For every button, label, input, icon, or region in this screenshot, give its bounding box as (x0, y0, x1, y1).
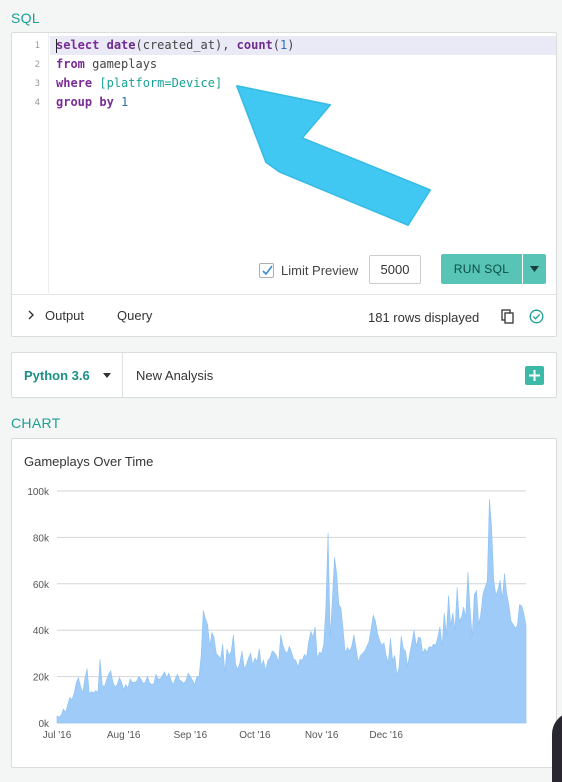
chevron-right-icon[interactable] (27, 309, 35, 321)
y-tick-label: 80k (33, 533, 50, 544)
x-tick-label: Dec '16 (369, 730, 403, 741)
x-tick-label: Aug '16 (107, 730, 141, 741)
caret-down-icon (530, 266, 539, 272)
chart-section-label: CHART (11, 415, 61, 431)
keyword: from (56, 57, 85, 71)
line-number: 3 (34, 79, 40, 89)
sql-editor[interactable]: 1 2 3 4 select date(created_at), count(1… (11, 32, 557, 337)
limit-preview-label: Limit Preview (281, 263, 359, 278)
keyword: select (56, 38, 100, 52)
run-sql-button[interactable]: RUN SQL (441, 254, 522, 284)
rows-displayed-status: 181 rows displayed (368, 310, 480, 325)
success-check-icon (529, 309, 544, 324)
python-version-select[interactable]: Python 3.6 (12, 353, 123, 397)
tab-output[interactable]: Output (45, 308, 84, 323)
python-version-label: Python 3.6 (24, 368, 90, 383)
y-tick-label: 100k (27, 487, 50, 498)
number: 1 (121, 95, 129, 109)
add-analysis-button[interactable] (525, 366, 544, 385)
x-tick-label: Sep '16 (174, 730, 208, 741)
y-tick-label: 20k (33, 673, 50, 684)
gameplays-chart: 0k 20k 40k 60k 80k 100k Jul '16 Aug '16 Sep '16 O… (27, 487, 527, 741)
function: date (106, 38, 136, 52)
code-line-3[interactable]: where [platform=Device] (56, 76, 222, 90)
line-number-gutter: 1 2 3 4 (12, 33, 49, 293)
analysis-bar: Python 3.6 New Analysis (11, 352, 557, 398)
checkmark-icon (262, 265, 273, 276)
copy-icon[interactable] (501, 309, 515, 324)
code-line-4[interactable]: group by 1 (56, 95, 128, 109)
chart-card: Gameplays Over Time 0k 20k 40k 60k 80k 100k Ju… (11, 438, 557, 768)
x-tick-label: Jul '16 (43, 730, 72, 741)
caret-down-icon (103, 373, 111, 378)
line-number: 2 (34, 60, 40, 70)
limit-preview-input[interactable]: 5000 (369, 255, 421, 284)
run-options-button[interactable] (523, 254, 546, 284)
keyword: group by (56, 95, 114, 109)
code-line-2[interactable]: from gameplays (56, 57, 157, 71)
x-tick-label: Oct '16 (239, 730, 271, 741)
analysis-name[interactable]: New Analysis (136, 368, 213, 383)
plus-icon (529, 370, 540, 381)
y-tick-label: 0k (38, 719, 50, 730)
code-text: ) (287, 38, 295, 52)
code-text: ( (272, 38, 281, 52)
parameter: [platform=Device] (99, 76, 223, 90)
y-tick-label: 60k (33, 580, 50, 591)
code-text: (created_at), (135, 38, 237, 52)
function: count (236, 38, 273, 52)
line-number: 1 (34, 41, 40, 51)
limit-preview-checkbox[interactable] (259, 263, 274, 278)
gameplays-area-series (56, 499, 527, 724)
keyword: where (56, 76, 93, 90)
tab-query[interactable]: Query (117, 308, 152, 323)
y-tick-label: 40k (33, 626, 50, 637)
line-number: 4 (34, 98, 40, 108)
code-text: gameplays (84, 57, 158, 71)
x-tick-label: Nov '16 (305, 730, 339, 741)
sql-section-label: SQL (11, 10, 40, 26)
code-line-1[interactable]: select date(created_at), count(1) (56, 38, 294, 52)
divider (12, 294, 556, 295)
